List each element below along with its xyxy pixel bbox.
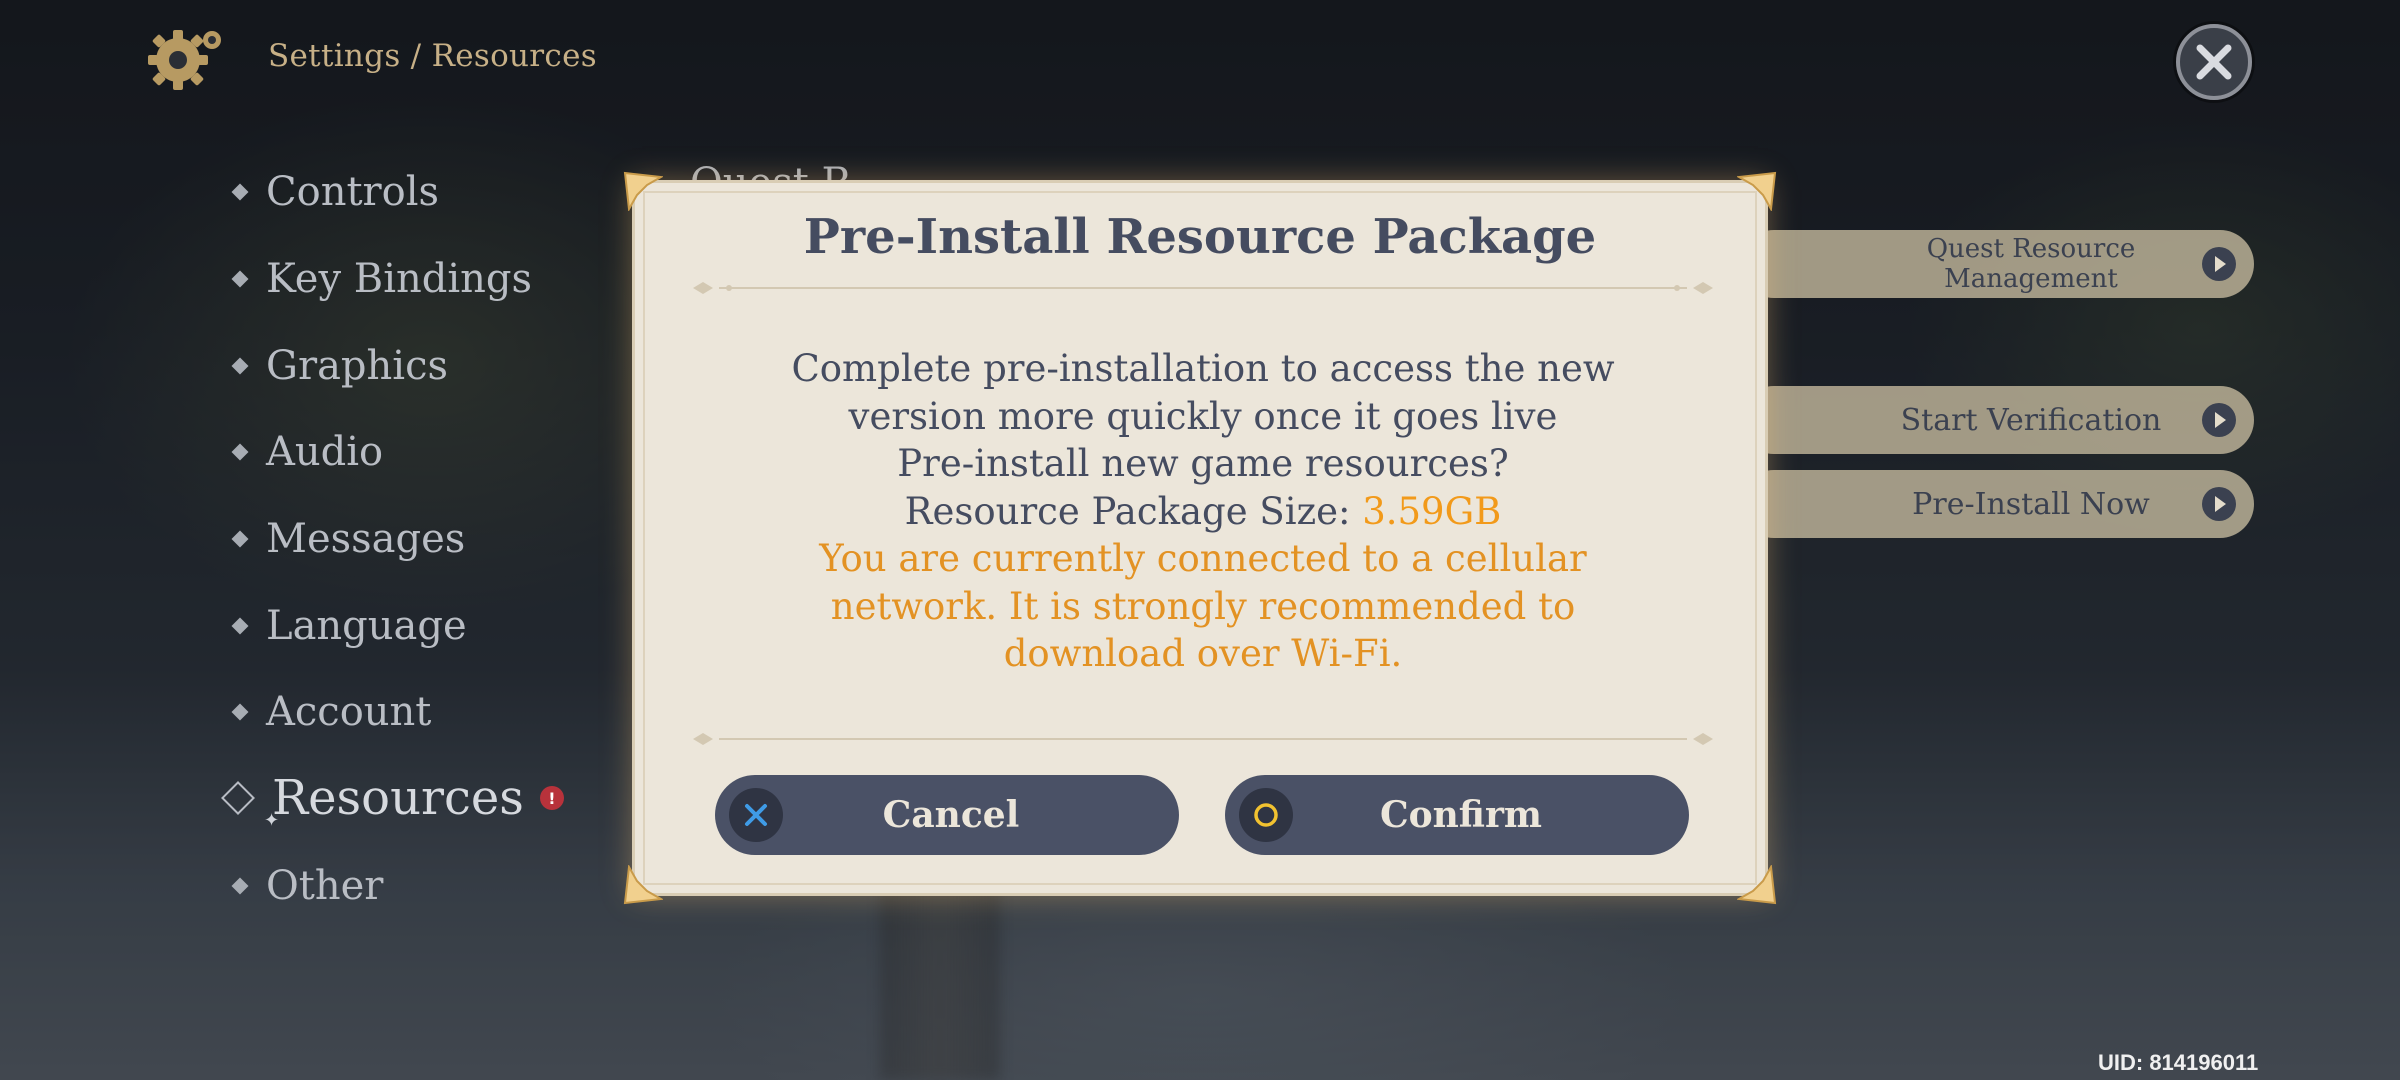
menu-item-account[interactable]: Account [231, 684, 432, 740]
arrow-right-icon [2202, 247, 2236, 281]
button-label: Start Verification [1900, 402, 2162, 438]
menu-item-label: Messages [266, 516, 466, 562]
menu-item-label: Audio [266, 429, 384, 475]
confirm-button[interactable]: Confirm [1225, 775, 1689, 855]
cancel-button[interactable]: Cancel [715, 775, 1179, 855]
cancel-label: Cancel [882, 794, 1020, 836]
close-icon [2196, 44, 2232, 80]
divider-ornament [693, 733, 1713, 745]
close-button[interactable] [2176, 24, 2252, 100]
menu-item-label: Language [266, 603, 467, 649]
corner-ornament-icon [623, 865, 663, 905]
button-label: Pre-Install Now [1912, 486, 2150, 522]
message-line: Pre-install new game resources? [897, 442, 1509, 485]
diamond-icon [231, 617, 249, 635]
diamond-icon [231, 877, 249, 895]
diamond-icon [231, 270, 249, 288]
button-label: Quest Resource Management [1926, 234, 2136, 294]
alert-badge: ! [539, 786, 564, 810]
corner-ornament-icon [1737, 171, 1777, 211]
menu-item-key-bindings[interactable]: Key Bindings [231, 251, 533, 307]
menu-item-graphics[interactable]: Graphics [231, 338, 449, 394]
divider-ornament [693, 282, 1713, 294]
cellular-warning: download over Wi-Fi. [1003, 632, 1403, 675]
arrow-right-icon [2202, 487, 2236, 521]
cellular-warning: You are currently connected to a cellula… [819, 537, 1587, 580]
package-size-value: 3.59GB [1362, 489, 1502, 533]
menu-item-audio[interactable]: Audio [231, 424, 384, 480]
pre-install-dialog: Pre-Install Resource Package Complete pr… [623, 171, 1777, 905]
menu-item-label: Account [266, 689, 432, 735]
background-pillar [880, 880, 1000, 1080]
diamond-icon [231, 703, 249, 721]
menu-item-messages[interactable]: Messages [231, 511, 466, 567]
menu-item-other[interactable]: Other [231, 858, 384, 914]
arrow-right-icon [2202, 403, 2236, 437]
diamond-icon [231, 357, 249, 375]
dialog-title: Pre-Install Resource Package [803, 209, 1597, 265]
menu-item-label: Resources [272, 770, 524, 826]
package-size-line: Resource Package Size: 3.59GB [695, 488, 1711, 536]
cellular-warning: network. It is strongly recommended to [830, 584, 1576, 628]
quest-resource-management-button[interactable]: Quest Resource Management [1740, 230, 2254, 298]
menu-item-controls[interactable]: Controls [231, 164, 440, 220]
diamond-icon [231, 443, 249, 461]
diamond-icon [231, 183, 249, 201]
confirm-label: Confirm [1379, 794, 1543, 836]
circle-icon [1239, 788, 1293, 842]
uid-label: UID: 814196011 [2098, 1050, 2259, 1075]
sparkle-icon: ✦ [264, 810, 280, 831]
pre-install-now-button[interactable]: Pre-Install Now [1740, 470, 2254, 538]
message-line: version more quickly once it goes live [848, 394, 1558, 438]
package-size-label: Resource Package Size: [904, 489, 1363, 533]
menu-item-label: Key Bindings [266, 256, 533, 302]
diamond-outline-icon [221, 781, 255, 815]
menu-item-label: Other [266, 863, 384, 909]
gear-icon [140, 22, 230, 98]
corner-ornament-icon [623, 171, 663, 211]
corner-ornament-icon [1737, 865, 1777, 905]
start-verification-button[interactable]: Start Verification [1740, 386, 2254, 454]
dialog-message: Complete pre-installation to access the … [695, 345, 1711, 678]
menu-item-label: Controls [266, 169, 440, 215]
message-line: Complete pre-installation to access the … [791, 347, 1615, 390]
page-title: Settings / Resources [268, 38, 597, 74]
diamond-icon [231, 530, 249, 548]
menu-item-label: Graphics [266, 343, 449, 389]
cross-icon [729, 788, 783, 842]
menu-item-language[interactable]: Language [231, 598, 467, 654]
